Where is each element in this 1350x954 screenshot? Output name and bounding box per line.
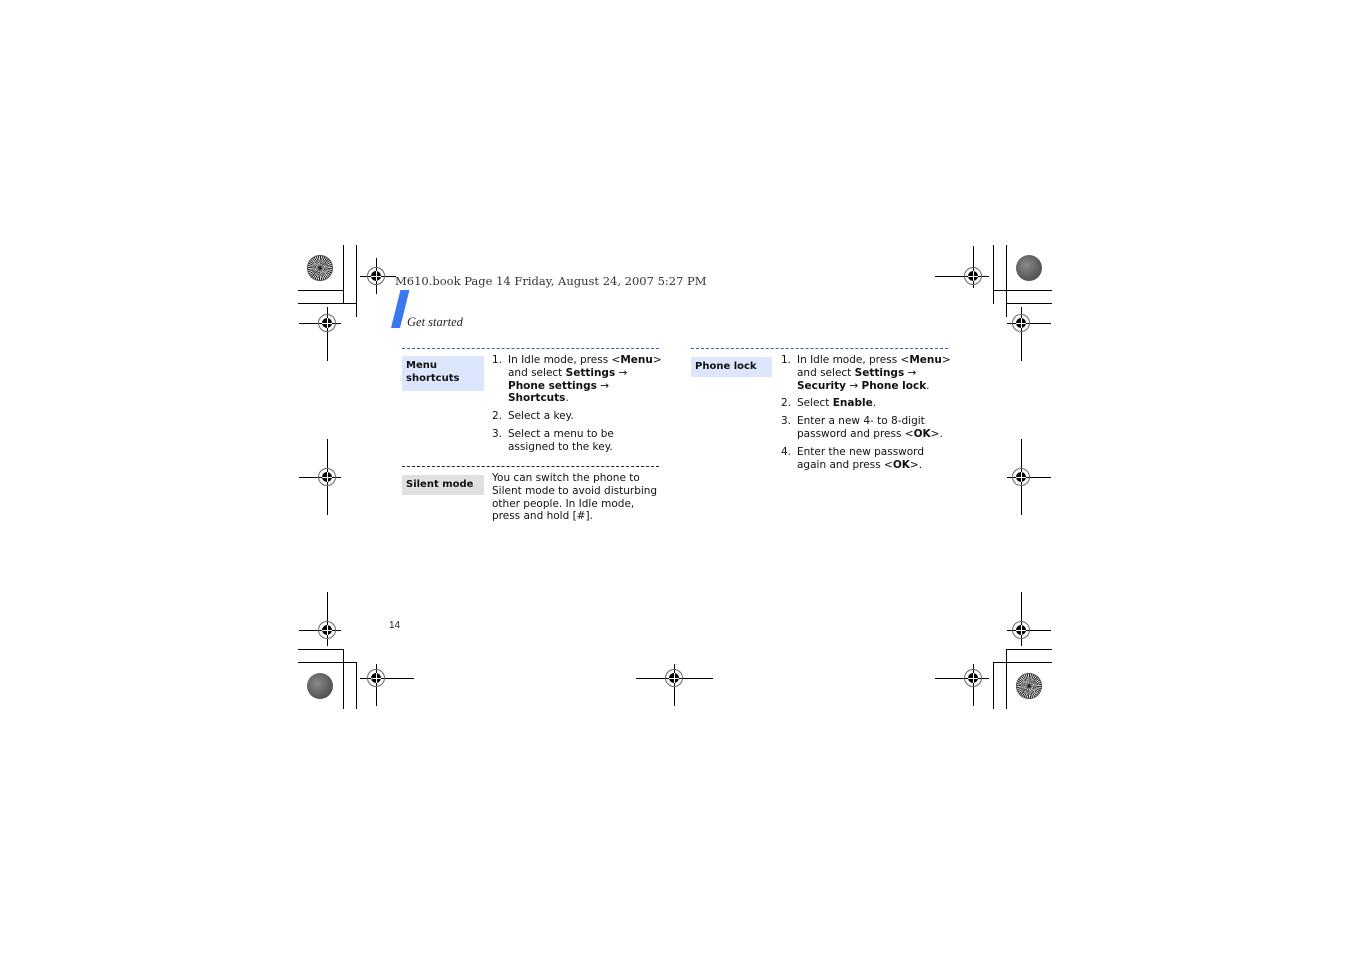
menu-term: Security — [797, 379, 847, 392]
divider — [691, 348, 948, 349]
crop-line — [993, 662, 994, 709]
topic-text-silent-mode: You can switch the phone to Silent mode … — [492, 472, 658, 523]
step-number: 3. — [781, 415, 792, 428]
menu-term: Settings — [565, 366, 616, 379]
menu-term: Settings — [854, 366, 905, 379]
crop-line — [298, 290, 344, 291]
crosshair-icon — [964, 669, 982, 687]
topic-steps-phone-lock: 1. In Idle mode, press <Menu> and select … — [781, 354, 951, 476]
step-number: 1. — [492, 354, 503, 366]
menu-term: OK — [892, 458, 910, 471]
step-number: 3. — [492, 427, 503, 440]
crosshair-icon — [318, 314, 336, 332]
menu-term: Menu — [909, 354, 942, 366]
crosshair-icon — [665, 669, 683, 687]
registration-target-icon — [1016, 673, 1042, 699]
registration-target-icon — [307, 255, 333, 281]
crop-line — [298, 649, 344, 650]
section-title: Get started — [407, 315, 463, 329]
crop-line — [993, 290, 1052, 291]
step-number: 2. — [781, 397, 792, 410]
step-number: 2. — [492, 410, 503, 423]
crop-line — [356, 245, 357, 317]
topic-label-menu-shortcuts: Menu shortcuts — [402, 356, 484, 391]
topic-label-silent-mode: Silent mode — [402, 475, 484, 495]
crop-line — [356, 662, 357, 709]
step-item: 4. Enter the new password again and press… — [781, 445, 924, 471]
print-info-line: M610.book Page 14 Friday, August 24, 200… — [395, 274, 707, 288]
step-item: 2. Select a key. — [492, 410, 574, 423]
menu-term: Phone settings — [508, 379, 597, 392]
topic-steps-menu-shortcuts: 1. In Idle mode, press <Menu> and select … — [492, 354, 662, 459]
menu-term: Menu — [620, 354, 653, 366]
step-number: 4. — [781, 445, 792, 458]
menu-term: OK — [913, 427, 931, 440]
menu-term: Shortcuts — [508, 392, 566, 405]
divider — [402, 466, 659, 467]
crosshair-icon — [1012, 314, 1030, 332]
crosshair-icon — [367, 267, 385, 285]
step-item: 2. Select Enable. — [781, 397, 877, 410]
crop-line — [298, 303, 357, 304]
crop-line — [1006, 649, 1007, 709]
page-number: 14 — [389, 620, 401, 631]
step-number: 1. — [781, 354, 792, 366]
crop-line — [1006, 303, 1052, 304]
menu-term: Phone lock — [861, 379, 927, 392]
crop-line — [343, 649, 344, 709]
crop-line — [298, 662, 357, 663]
menu-term: Enable — [832, 397, 873, 410]
crosshair-icon — [964, 267, 982, 285]
registration-target-icon — [307, 673, 333, 699]
step-item: 3. Select a menu to be assigned to the ke… — [492, 427, 614, 453]
crop-line — [993, 662, 1052, 663]
crop-line — [1006, 245, 1007, 317]
step-item: 1. In Idle mode, press <Menu> and select … — [492, 354, 662, 405]
crosshair-icon — [1012, 621, 1030, 639]
crop-line — [1006, 649, 1052, 650]
topic-label-phone-lock: Phone lock — [691, 357, 772, 377]
crosshair-icon — [1012, 468, 1030, 486]
step-item: 3. Enter a new 4- to 8-digit password and… — [781, 415, 943, 440]
crosshair-icon — [367, 669, 385, 687]
registration-target-icon — [1016, 255, 1042, 281]
crop-line — [993, 245, 994, 304]
step-item: 1. In Idle mode, press <Menu> and select … — [781, 354, 951, 392]
divider — [402, 348, 659, 349]
crop-line — [343, 245, 344, 304]
crosshair-icon — [318, 468, 336, 486]
crosshair-icon — [318, 621, 336, 639]
